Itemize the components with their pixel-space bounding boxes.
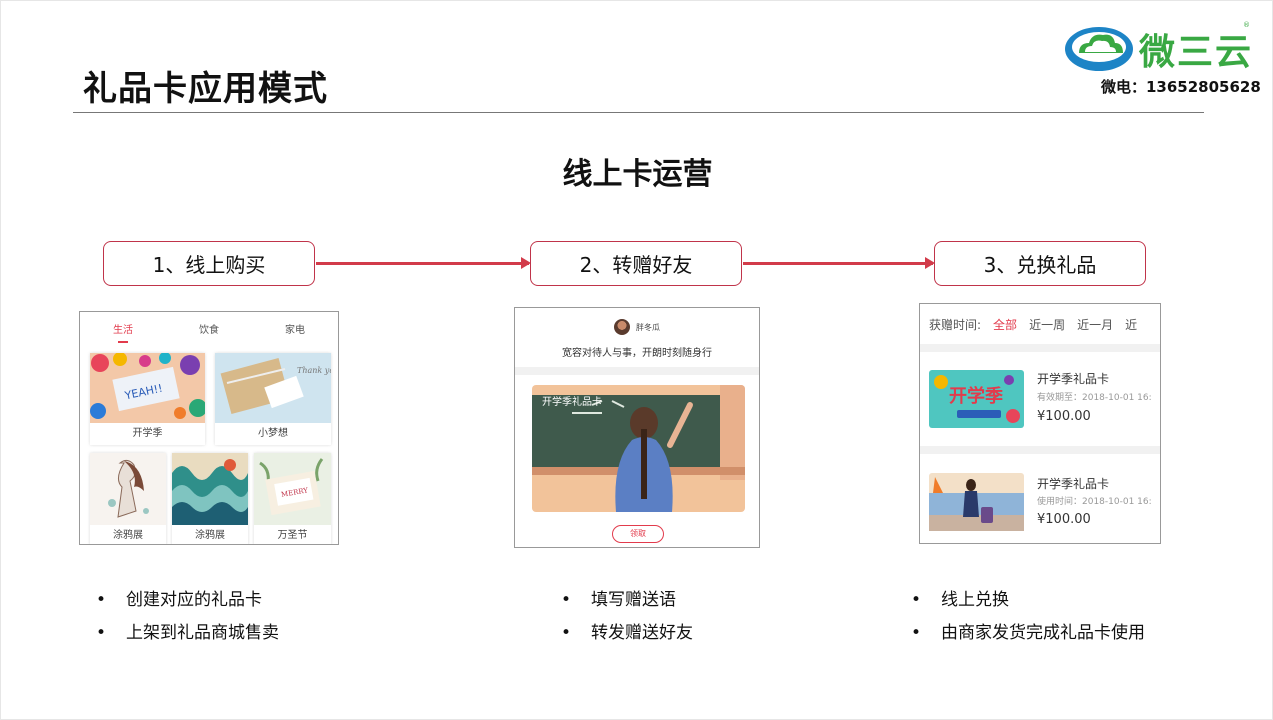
bullet-item: 由商家发货完成礼品卡使用	[911, 617, 1145, 650]
card-art-text: 开学季	[949, 385, 1003, 407]
logo-text: 微三云	[1139, 32, 1254, 73]
title-divider	[73, 112, 1204, 113]
gift-card-tile[interactable]: MERRY 万圣节	[254, 453, 331, 544]
gift-card-row[interactable]: 开学季 开学季礼品卡 有效期至：2018-10-01 16: ¥100.00	[920, 352, 1160, 446]
bullet-list-step-1: 创建对应的礼品卡 上架到礼品商城售卖	[96, 584, 279, 650]
bullet-list-step-2: 填写赠送语 转发赠送好友	[561, 584, 693, 650]
gift-card-tile[interactable]: 涂鸦展	[90, 453, 166, 544]
gift-box-image: Thank you	[215, 353, 331, 423]
gift-card-tile[interactable]: Thank you 小梦想	[215, 353, 331, 445]
card-date: 有效期至：2018-10-01 16:	[1037, 393, 1152, 403]
arrow-right-icon	[743, 257, 935, 269]
gift-card-image: 开学季礼品卡	[532, 385, 745, 512]
card-caption: 涂鸦展	[195, 530, 225, 541]
school-girl-card-art	[929, 473, 1024, 531]
christmas-card-image: MERRY	[254, 453, 331, 525]
page-title: 礼品卡应用模式	[83, 69, 328, 109]
balloons-image: YEAH!!	[90, 353, 205, 423]
divider	[920, 446, 1160, 454]
card-caption: 小梦想	[258, 428, 288, 439]
receive-button[interactable]: 领取	[612, 525, 664, 543]
user-row: 胖冬瓜	[515, 319, 759, 335]
filter-month[interactable]: 近一月	[1077, 316, 1113, 333]
phone-number: 微电：13652805628	[1101, 78, 1261, 96]
card-label: 开学季礼品卡	[542, 397, 602, 408]
bullet-list-step-3: 线上兑换 由商家发货完成礼品卡使用	[911, 584, 1145, 650]
card-caption: 涂鸦展	[113, 530, 143, 541]
step-3-box: 3、兑换礼品	[934, 241, 1146, 286]
bullet-item: 创建对应的礼品卡	[96, 584, 279, 617]
card-price: ¥100.00	[1037, 512, 1091, 527]
thanks-text: Thank you	[297, 366, 331, 375]
shop-screenshot: 生活 饮食 家电 YEAH!! 开学季 Thank you	[79, 311, 339, 545]
bullet-item: 转发赠送好友	[561, 617, 693, 650]
arrow-right-icon	[316, 257, 531, 269]
slide: 礼品卡应用模式 ® 微三云 微电：13652805628 线上卡运营 1、线上购…	[0, 0, 1273, 720]
tab-life[interactable]: 生活	[113, 321, 133, 343]
step-2-box: 2、转赠好友	[530, 241, 742, 286]
divider	[920, 344, 1160, 352]
card-price: ¥100.00	[1037, 409, 1091, 424]
tab-food[interactable]: 饮食	[199, 321, 219, 342]
card-name: 开学季礼品卡	[1037, 372, 1110, 386]
bullet-item: 填写赠送语	[561, 584, 693, 617]
gift-card-tile[interactable]: YEAH!! 开学季	[90, 353, 205, 445]
time-filter-bar: 获赠时间: 全部 近一周 近一月 近	[929, 316, 1137, 333]
category-tabs: 生活 饮食 家电	[80, 312, 338, 343]
filter-week[interactable]: 近一周	[1029, 316, 1065, 333]
username: 胖冬瓜	[636, 322, 660, 332]
card-name: 开学季礼品卡	[1037, 477, 1110, 491]
girl-sketch-image	[90, 453, 166, 525]
filter-all[interactable]: 全部	[993, 316, 1017, 333]
card-date: 使用时间：2018-10-01 16:	[1037, 497, 1152, 507]
card-caption: 万圣节	[277, 530, 308, 541]
filter-more[interactable]: 近	[1125, 316, 1137, 333]
card-caption: 开学季	[132, 428, 163, 439]
gift-message: 宽容对待人与事，开朗时刻随身行	[562, 348, 712, 359]
back-to-school-card-art: 开学季	[929, 370, 1024, 428]
wave-graffiti-image	[172, 453, 248, 525]
gift-card-row[interactable]: 开学季礼品卡 使用时间：2018-10-01 16: ¥100.00	[920, 454, 1160, 543]
step-1-box: 1、线上购买	[103, 241, 315, 286]
bullet-item: 线上兑换	[911, 584, 1145, 617]
share-screenshot: 胖冬瓜 宽容对待人与事，开朗时刻随身行 开学季礼品卡 领取	[514, 307, 760, 548]
bullet-item: 上架到礼品商城售卖	[96, 617, 279, 650]
tab-appliance[interactable]: 家电	[285, 321, 305, 342]
section-subtitle: 线上卡运营	[562, 157, 713, 192]
filter-label: 获赠时间:	[929, 318, 982, 332]
divider	[515, 367, 759, 375]
avatar	[614, 319, 630, 335]
gift-card-tile[interactable]: 涂鸦展	[172, 453, 248, 544]
redeem-screenshot: 获赠时间: 全部 近一周 近一月 近 开学季 开学季礼品卡 有效期至：2018-…	[919, 303, 1161, 544]
